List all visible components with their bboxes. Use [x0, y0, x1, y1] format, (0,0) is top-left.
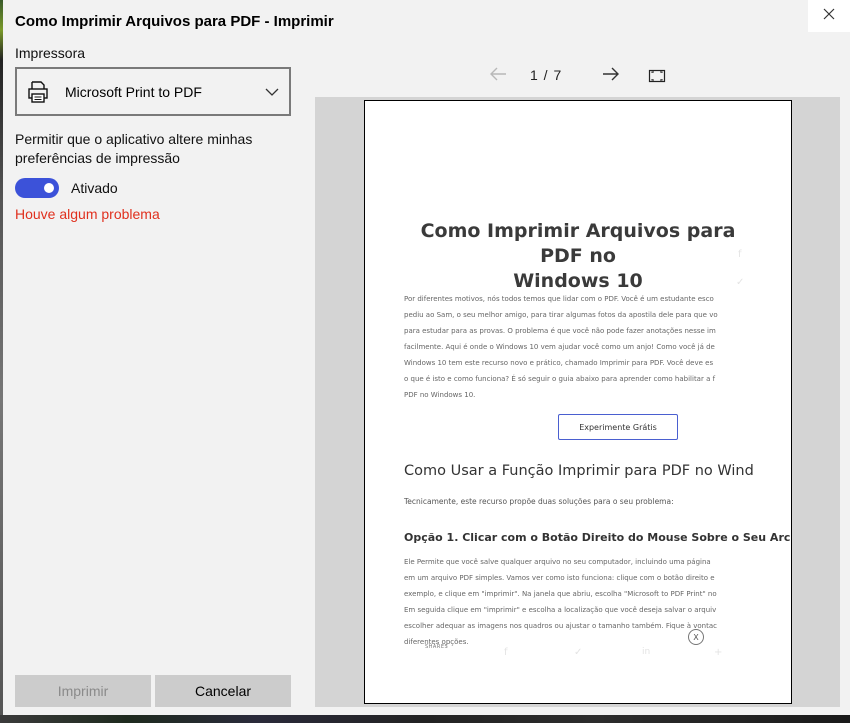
document-title: Como Imprimir Arquivos para PDF no Windo… [404, 219, 752, 294]
paragraph-line: diferentes opções. [404, 638, 469, 646]
printer-icon [27, 80, 49, 104]
close-icon [823, 7, 835, 25]
document-title-line: Como Imprimir Arquivos para PDF no [420, 220, 736, 267]
chevron-down-icon [265, 88, 279, 96]
paragraph-line: Windows 10 tem este recurso novo e práti… [404, 359, 714, 367]
linkedin-footer-icon: in [642, 647, 651, 657]
printer-label: Impressora [15, 45, 86, 61]
dialog-title: Como Imprimir Arquivos para PDF - Imprim… [15, 13, 334, 30]
section-intro: Tecnicamente, este recurso propõe duas s… [404, 497, 674, 506]
paragraph-line: o que é isto e como funciona? É só segui… [404, 375, 716, 383]
paragraph-line: facilmente. Aqui é onde o Windows 10 vem… [404, 343, 715, 351]
fit-page-button[interactable] [648, 67, 666, 85]
taskbar-strip [0, 715, 850, 723]
intro-paragraph: Por diferentes motivos, nós todos temos … [404, 291, 764, 403]
paragraph-line: para estudar para as provas. O problema … [404, 327, 716, 335]
plus-footer-icon: + [714, 647, 723, 658]
section-heading: Como Usar a Função Imprimir para PDF no … [404, 463, 754, 479]
close-button[interactable] [808, 0, 850, 32]
toggle-state-label: Ativado [71, 180, 118, 196]
facebook-share-icon: f [738, 249, 742, 260]
preferences-toggle[interactable] [15, 178, 59, 198]
paragraph-line: em um arquivo PDF simples. Vamos ver com… [404, 574, 715, 582]
paragraph-line: Ele Permite que você salve qualquer arqu… [404, 558, 711, 566]
printer-name: Microsoft Print to PDF [65, 83, 202, 100]
toggle-knob [44, 183, 54, 193]
option-paragraph: Ele Permite que você salve qualquer arqu… [404, 554, 764, 650]
paragraph-line: PDF no Windows 10. [404, 391, 476, 399]
paragraph-line: exemplo, e clique em "imprimir". Na jane… [404, 590, 717, 598]
close-overlay-icon: X [688, 629, 704, 645]
try-free-button: Experimente Grátis [558, 414, 678, 440]
paragraph-line: Por diferentes motivos, nós todos temos … [404, 295, 714, 303]
arrow-right-icon [602, 67, 620, 86]
permission-label: Permitir que o aplicativo altere minhas … [15, 131, 253, 166]
printer-dropdown[interactable]: Microsoft Print to PDF [15, 67, 291, 116]
paragraph-line: Em seguida clique em "imprimir" e escolh… [404, 606, 717, 614]
paragraph-line: escolher adequar as imagens nos quadros … [404, 622, 717, 630]
twitter-footer-icon: ✓ [574, 647, 583, 658]
problem-link[interactable]: Houve algum problema [15, 206, 160, 222]
page-counter: 1 / 7 [530, 67, 563, 83]
preview-page: Como Imprimir Arquivos para PDF no Windo… [364, 100, 792, 704]
fit-to-page-icon [648, 69, 666, 89]
background-window-edge [0, 0, 3, 715]
option-heading: Opção 1. Clicar com o Botão Direito do M… [404, 531, 791, 544]
previous-page-button[interactable] [486, 64, 510, 88]
twitter-share-icon: ✓ [736, 277, 745, 288]
paragraph-line: pediu ao Sam, o seu melhor amigo, para t… [404, 311, 718, 319]
facebook-footer-icon: f [504, 647, 508, 658]
shares-label: SHARES [425, 644, 449, 650]
arrow-left-icon [489, 67, 507, 86]
cancel-button[interactable]: Cancelar [155, 675, 291, 707]
print-button[interactable]: Imprimir [15, 675, 151, 707]
next-page-button[interactable] [599, 64, 623, 88]
print-dialog: Como Imprimir Arquivos para PDF - Imprim… [0, 0, 850, 715]
